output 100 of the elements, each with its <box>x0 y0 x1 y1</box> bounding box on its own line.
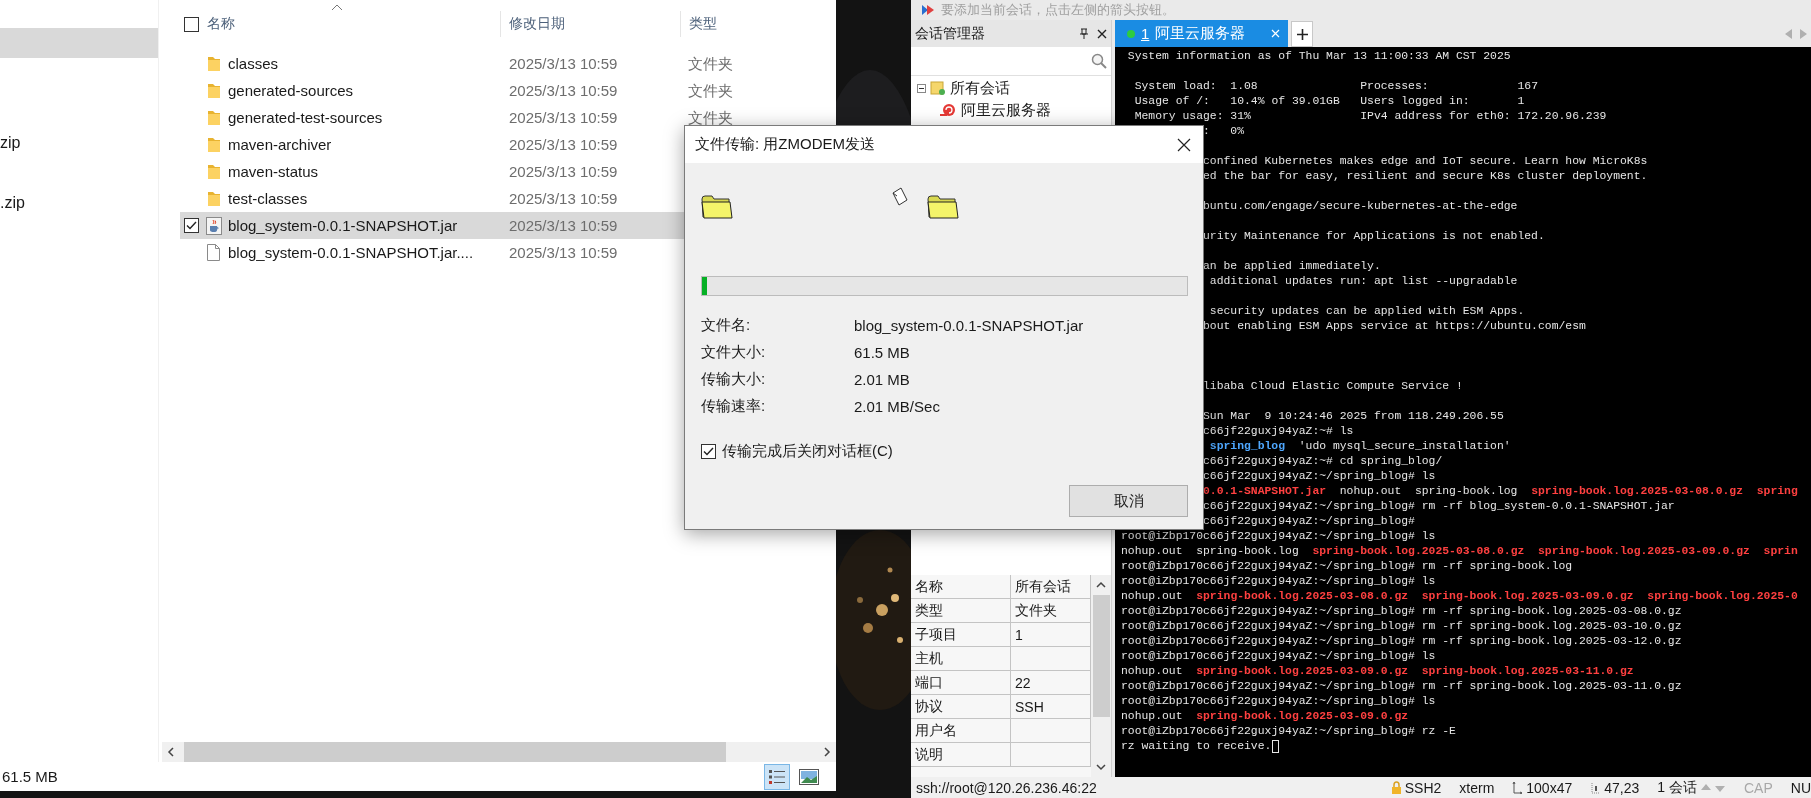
resize-icon <box>1512 781 1524 794</box>
lock-icon <box>1390 781 1402 794</box>
file-type: 文件夹 <box>688 110 733 125</box>
terminal-line: c66jf22guxj94yaZ:~/spring_blog# rm -rf blog_system-0.0.1-SNAPSHOT.jar <box>1203 499 1675 514</box>
terminal-line: bout enabling ESM Apps service at https://ubuntu.com/esm <box>1203 319 1586 334</box>
status-item: 47,23 <box>1604 779 1640 796</box>
column-header[interactable]: 名称 <box>199 11 501 37</box>
file-row[interactable]: maven-status 2025/3/13 10:59 <box>180 158 836 185</box>
terminal-line: c66jf22guxj94yaZ:~/spring_blog# ls <box>1203 469 1436 484</box>
modified-date: 2025/3/13 10:59 <box>509 218 618 233</box>
file-name: generated-sources <box>228 83 354 98</box>
column-header[interactable]: 类型 <box>681 11 836 37</box>
terminal-line: root@iZbp170c66jf22guxj94yaZ:~/spring_blog# rm -rf spring-book.log.2025-03-11.0.gz <box>1121 679 1682 694</box>
folder-icon <box>206 82 221 99</box>
terminal-line: security updates can be applied with ESM Apps. <box>1208 304 1525 319</box>
details-view-icon <box>768 768 786 785</box>
folder-icon <box>927 194 959 220</box>
select-all-checkbox[interactable] <box>184 16 199 32</box>
session-icon <box>939 102 957 118</box>
folder-icon <box>206 136 221 153</box>
modified-date: 2025/3/13 10:59 <box>509 56 618 71</box>
file-name: maven-archiver <box>228 137 332 152</box>
field-label: 文件大小: <box>701 343 767 362</box>
plus-icon <box>1296 28 1308 40</box>
terminal-line: c66jf22guxj94yaZ:~/spring_blog# <box>1203 514 1415 529</box>
terminal-line: : 0% <box>1203 124 1245 139</box>
hint-text: 要添加当前会话，点击左侧的箭头按钮。 <box>941 1 1175 19</box>
search-icon <box>1091 53 1107 69</box>
terminal-line: libaba Cloud Elastic Compute Service ! <box>1203 379 1463 394</box>
tab-label: 阿里云服务器 <box>1155 24 1247 43</box>
image-view-icon <box>799 768 819 785</box>
close-icon[interactable] <box>1177 137 1191 152</box>
file-row[interactable]: classes 2025/3/13 10:59 文件夹 <box>180 50 836 77</box>
property-name: 用户名 <box>911 719 1011 742</box>
terminal-line: nohup.out spring-book.log.2025-03-09.0.gz spring-book.log.2025-03-11.0.gz <box>1121 664 1634 679</box>
horizontal-scrollbar[interactable] <box>162 742 836 762</box>
modified-date: 2025/3/13 10:59 <box>509 110 618 125</box>
terminal-line: urity Maintenance for Applications is not enabled. <box>1203 229 1545 244</box>
session-tab[interactable]: 1 阿里云服务器 <box>1115 20 1288 47</box>
close-icon[interactable] <box>1097 28 1107 39</box>
folder-icon <box>206 163 221 180</box>
cancel-button[interactable]: 取消 <box>1069 485 1188 517</box>
terminal[interactable] <box>1115 47 1811 777</box>
tree-item[interactable]: 所有会话 <box>950 78 1010 98</box>
arrow-icon <box>921 4 935 16</box>
panel-title: 会话管理器 <box>915 24 986 43</box>
view-mode-button[interactable] <box>764 763 790 790</box>
terminal-line: Memory usage: 31% IPv4 address for eth0: 172.20.96.239 <box>1133 109 1607 124</box>
close-when-done-checkbox[interactable] <box>701 443 716 459</box>
terminal-line: buntu.com/engage/secure-kubernetes-at-the-edge <box>1203 199 1518 214</box>
property-name: 主机 <box>911 647 1011 670</box>
folder-icon <box>206 109 221 126</box>
new-tab-button[interactable] <box>1291 21 1313 47</box>
terminal-line: nohup.out spring-book.log.2025-03-09.0.gz <box>1121 709 1409 724</box>
folder-icon <box>206 190 221 207</box>
java-file-icon <box>205 216 222 235</box>
field-label: 文件名: <box>701 316 752 335</box>
status-item: 1 会话 <box>1657 778 1697 797</box>
field-value: 2.01 MB/Sec <box>854 398 940 415</box>
terminal-line: confined Kubernetes makes edge and IoT secure. Learn how MicroK8s <box>1203 154 1648 169</box>
terminal-line: System load: 1.08 Processes: 167 <box>1133 79 1538 94</box>
file-name: test-classes <box>228 191 308 206</box>
paper-icon <box>891 187 909 207</box>
terminal-line: root@iZbp170c66jf22guxj94yaZ:~/spring_blog# rm -rf spring-book.log.2025-03-08.0.gz <box>1121 604 1682 619</box>
field-label: 传输速率: <box>701 397 767 416</box>
file-row[interactable]: generated-test-sources 2025/3/13 10:59 文件夹 <box>180 104 836 131</box>
field-value: 61.5 MB <box>854 344 910 361</box>
status-item: NU <box>1790 779 1811 796</box>
column-header[interactable]: 修改日期 <box>501 11 681 37</box>
pin-icon[interactable] <box>1079 27 1089 40</box>
vertical-scrollbar[interactable] <box>1091 575 1111 777</box>
collapse-icon[interactable] <box>917 83 926 93</box>
modified-date: 2025/3/13 10:59 <box>509 191 618 206</box>
field-label: 传输大小: <box>701 370 767 389</box>
tree-item[interactable]: 阿里云服务器 <box>961 100 1051 120</box>
property-name: 说明 <box>911 743 1011 766</box>
terminal-line: rz waiting to receive. <box>1121 739 1272 754</box>
selection-size: 61.5 MB <box>2 768 58 785</box>
nav-item[interactable]: zip <box>0 128 158 158</box>
file-icon <box>207 244 220 261</box>
nav-item[interactable]: .zip <box>0 188 158 218</box>
terminal-line: root@iZbp170c66jf22guxj94yaZ:~/spring_blog# rm -rf spring-book.log <box>1121 559 1573 574</box>
file-name: maven-status <box>228 164 319 179</box>
file-row[interactable]: generated-sources 2025/3/13 10:59 文件夹 <box>180 77 836 104</box>
status-item: 100x47 <box>1526 779 1573 796</box>
property-name: 子项目 <box>911 623 1011 646</box>
property-name: 协议 <box>911 695 1011 718</box>
terminal-line: nohup.out spring-book.log.2025-03-08.0.gz spring-book.log.2025-03-09.0.gz spring-book.log.2025-0 <box>1121 589 1798 604</box>
row-checkbox[interactable] <box>184 218 199 233</box>
folder-icon <box>701 194 733 220</box>
terminal-line: ed the bar for easy, resilient and secure K8s cluster deployment. <box>1203 169 1648 184</box>
file-type: 文件夹 <box>688 56 733 71</box>
sort-ascending-icon <box>331 4 343 11</box>
file-row[interactable]: blog_system-0.0.1-SNAPSHOT.jar.... 2025/3/13 10:59 <box>180 239 836 266</box>
file-name: blog_system-0.0.1-SNAPSHOT.jar.... <box>228 245 474 260</box>
file-row[interactable]: test-classes 2025/3/13 10:59 <box>180 185 836 212</box>
checkbox-label[interactable]: 传输完成后关闭对话框(C) <box>722 441 893 461</box>
terminal-line: root@iZbp170c66jf22guxj94yaZ:~/spring_blog# rz -E <box>1121 724 1456 739</box>
property-name: 名称 <box>911 575 1011 598</box>
file-name: generated-test-sources <box>228 110 383 125</box>
